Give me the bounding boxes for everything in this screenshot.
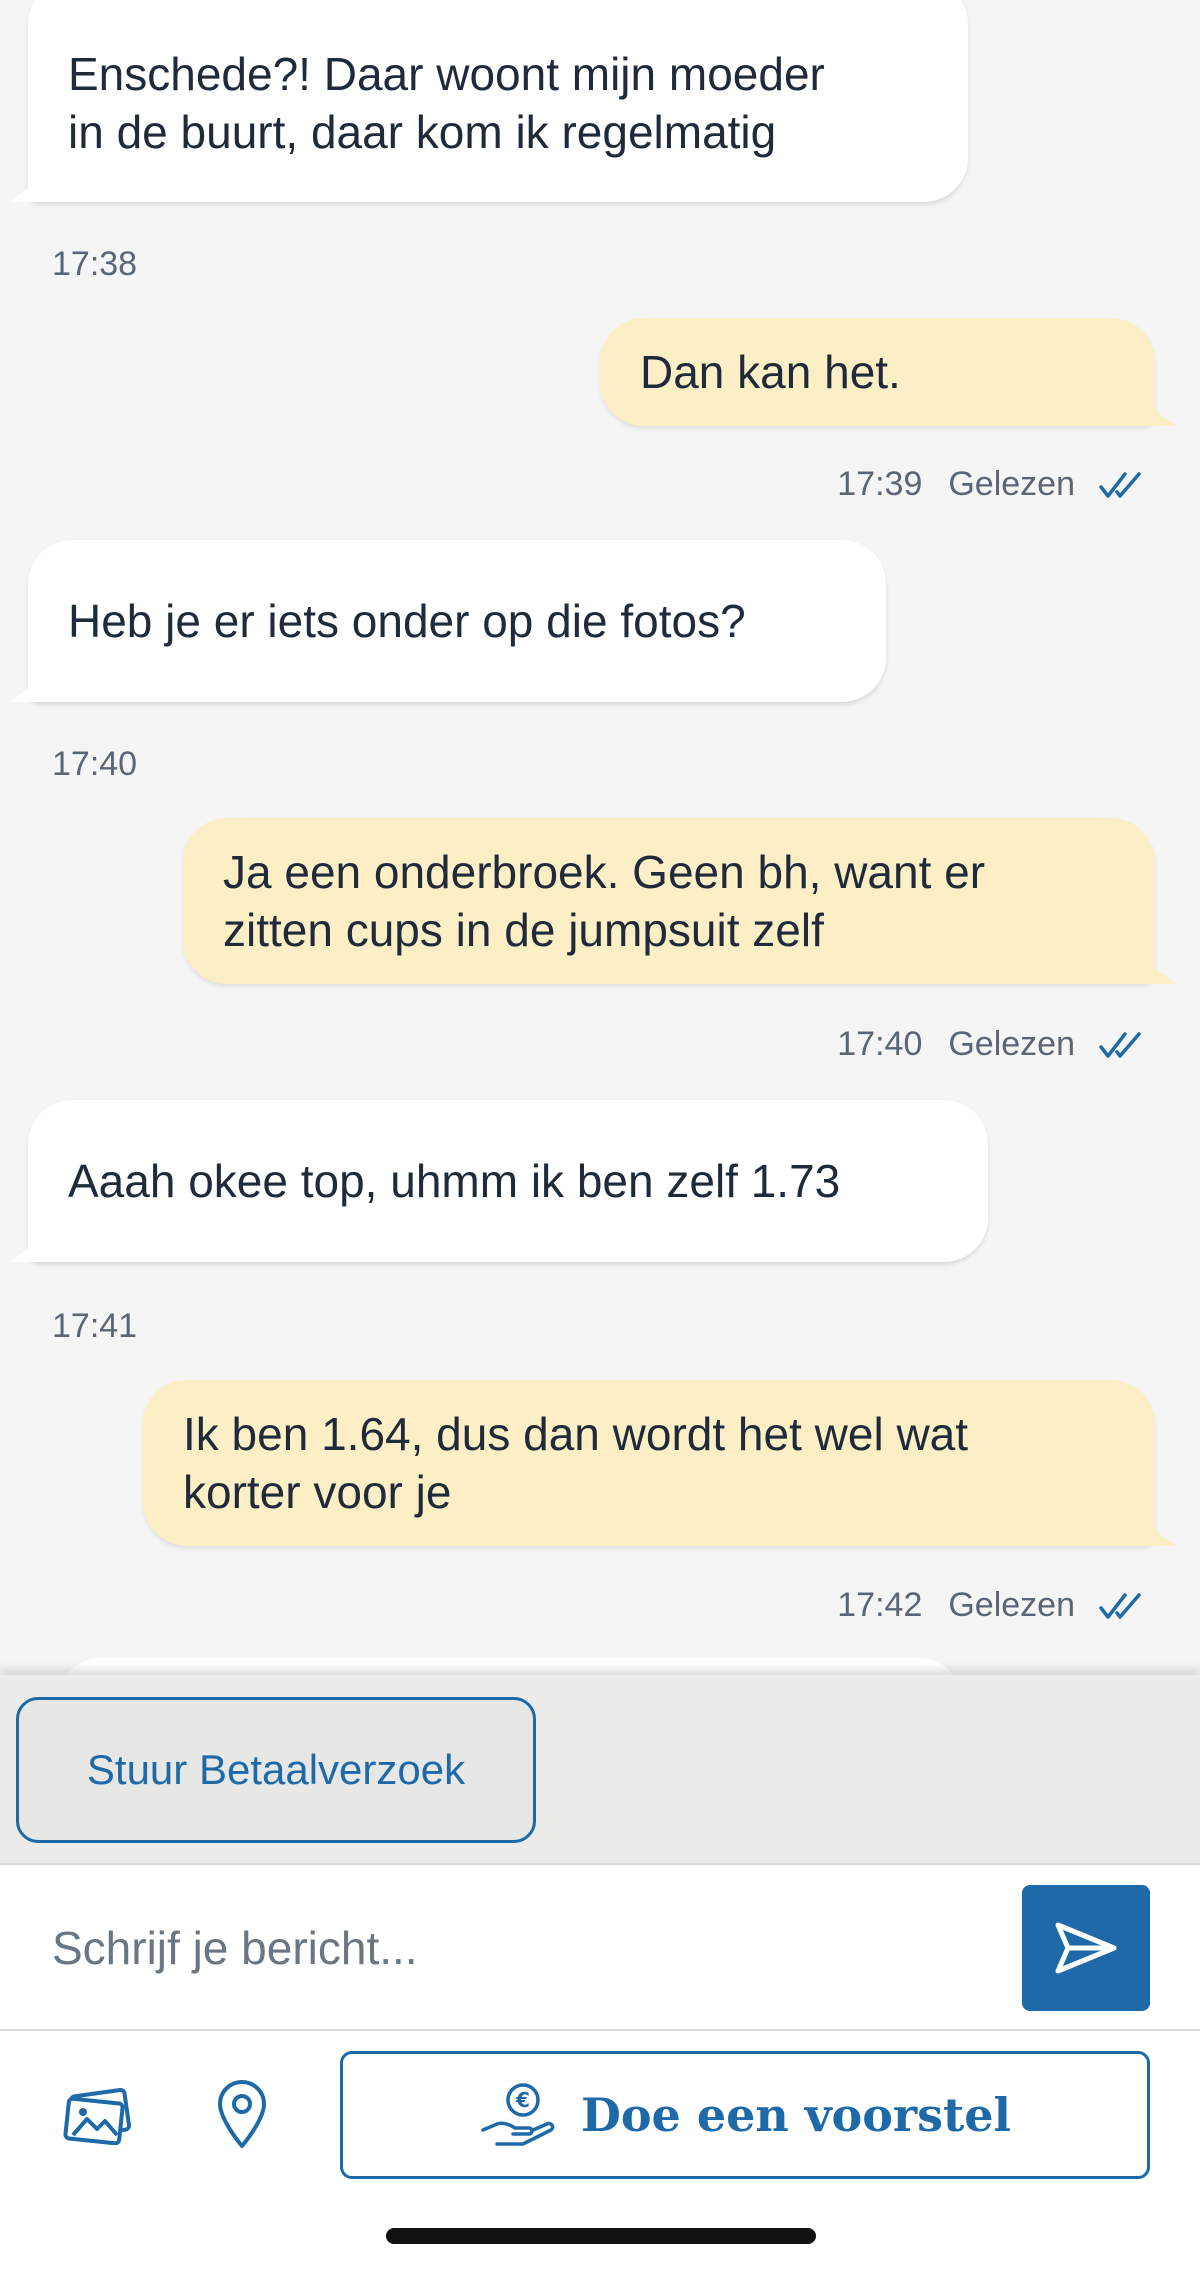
message-input[interactable] (52, 1905, 952, 1991)
message-text: Dan kan het. (640, 346, 901, 398)
svg-text:€: € (515, 2088, 530, 2112)
make-offer-button[interactable]: € Doe een voorstel (340, 2051, 1150, 2179)
message-timestamp: 17:40 (837, 1025, 923, 1063)
location-pin-icon (218, 2080, 266, 2148)
message-text: Enschede?! Daar woont mijn moeder in de … (68, 48, 825, 158)
incoming-message[interactable]: Aaah okee top, uhmm ik ben zelf 1.73 (28, 1100, 988, 1262)
make-offer-label: Doe een voorstel (580, 2088, 1012, 2142)
message-meta: 17:39 Gelezen (837, 465, 1143, 504)
quick-action-bar: Stuur Betaalverzoek (0, 1675, 1200, 1863)
message-timestamp: 17:42 (837, 1586, 923, 1624)
incoming-message[interactable]: Heb je er iets onder op die fotos? (28, 540, 886, 702)
double-check-icon (1099, 471, 1141, 498)
message-meta: 17:40 Gelezen (837, 1025, 1143, 1064)
photos-icon (63, 2087, 132, 2145)
read-status: Gelezen (948, 465, 1075, 503)
outgoing-message[interactable]: Ik ben 1.64, dus dan wordt het wel wat k… (143, 1380, 1155, 1546)
photos-button[interactable] (52, 2081, 144, 2151)
partially-visible-message (60, 1658, 960, 1675)
message-timestamp: 17:41 (52, 1307, 138, 1345)
hand-euro-icon: € (481, 2083, 555, 2146)
chat-history[interactable]: Enschede?! Daar woont mijn moeder in de … (0, 0, 1200, 1675)
double-check-icon (1099, 1031, 1141, 1058)
double-check-icon (1099, 1592, 1141, 1619)
send-button[interactable] (1022, 1885, 1150, 2011)
outgoing-message[interactable]: Ja een onderbroek. Geen bh, want er zitt… (183, 818, 1155, 984)
message-meta: 17:42 Gelezen (837, 1586, 1143, 1625)
message-composer (0, 1863, 1200, 2031)
message-timestamp: 17:38 (52, 245, 138, 283)
message-timestamp: 17:39 (837, 465, 923, 503)
incoming-message[interactable]: Enschede?! Daar woont mijn moeder in de … (28, 0, 968, 202)
message-text: Aaah okee top, uhmm ik ben zelf 1.73 (68, 1155, 841, 1207)
read-status: Gelezen (948, 1025, 1075, 1063)
payment-request-button[interactable]: Stuur Betaalverzoek (16, 1697, 536, 1843)
message-text: Ik ben 1.64, dus dan wordt het wel wat k… (183, 1408, 969, 1518)
message-text: Heb je er iets onder op die fotos? (68, 595, 746, 647)
bottom-toolbar: € Doe een voorstel (0, 2031, 1200, 2291)
message-text: Ja een onderbroek. Geen bh, want er zitt… (223, 846, 986, 956)
send-icon (1055, 1922, 1117, 1974)
location-button[interactable] (200, 2073, 284, 2157)
outgoing-message[interactable]: Dan kan het. (600, 318, 1155, 426)
message-timestamp: 17:40 (52, 745, 138, 783)
read-status: Gelezen (948, 1586, 1075, 1624)
home-indicator[interactable] (386, 2228, 816, 2244)
